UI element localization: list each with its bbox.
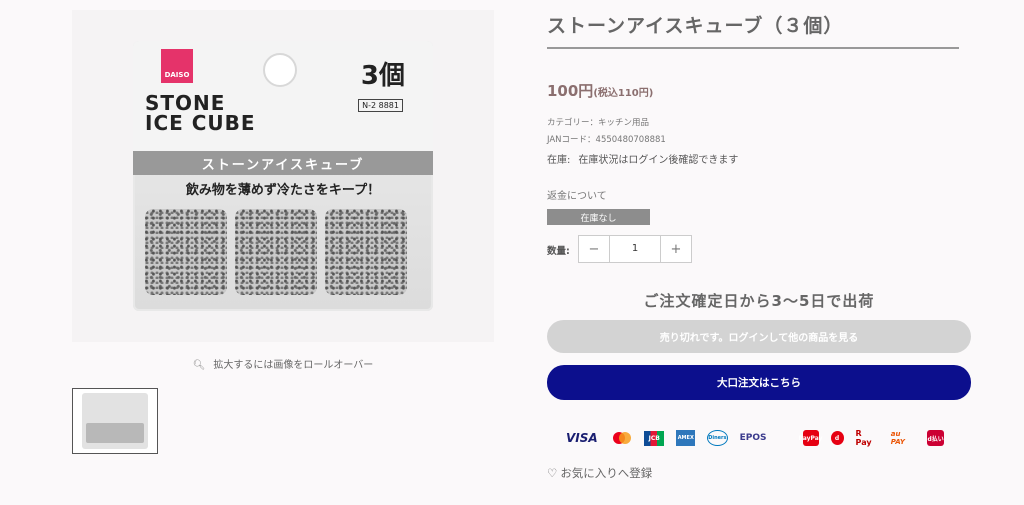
refund-link[interactable]: 返金について: [547, 187, 607, 202]
package-subtitle: 飲み物を薄めず冷たさをキープ！: [185, 183, 381, 198]
dbarai-icon: d払い: [927, 430, 944, 446]
package-title: STONE ICE CUBE: [145, 93, 256, 133]
zoom-hint: 🔍︎ 拡大するには画像をロールオーバー: [72, 356, 494, 371]
paypay-icon: PayPay: [799, 430, 823, 446]
jcb-icon: JCB: [644, 430, 665, 446]
rpay-icon: R Pay: [855, 429, 872, 447]
visa-icon: VISA: [566, 431, 598, 445]
package-hang-hole: [263, 53, 297, 87]
heart-icon: ♡: [547, 466, 558, 480]
stock-text: 在庫状況はログイン後確認できます: [578, 155, 739, 166]
bulk-order-button[interactable]: 大口注文はこちら: [547, 365, 971, 400]
stone-cube: [145, 209, 227, 295]
package-count: 3個: [360, 61, 405, 91]
price-tax: (税込110円): [593, 88, 654, 99]
aupay-icon: au PAY: [890, 430, 905, 446]
daiso-logo: DAISO: [161, 49, 193, 83]
epos-icon: EPOS: [739, 433, 767, 443]
add-to-favorites-link[interactable]: ♡ お気に入りへ登録: [547, 465, 652, 481]
package-code: N-2 8881: [358, 99, 403, 112]
package-title-line2: ICE CUBE: [145, 111, 256, 135]
zoom-hint-text: 拡大するには画像をロールオーバー: [213, 360, 374, 371]
mastercard-icon: [610, 430, 632, 446]
stock-label: 在庫:: [547, 155, 571, 166]
thumbnail-image: [82, 393, 148, 449]
stone-cube: [325, 209, 407, 295]
stone-cube: [235, 209, 317, 295]
product-package: DAISO STONE ICE CUBE 3個 N-2 8881 ストーンアイス…: [133, 41, 433, 311]
quantity-decrement-button[interactable]: −: [579, 236, 609, 262]
quantity-increment-button[interactable]: +: [661, 236, 691, 262]
favorite-label: お気に入りへ登録: [560, 466, 653, 480]
title-divider: [547, 47, 959, 49]
amex-icon: AMEX: [676, 430, 696, 446]
product-jan-code: JANコード：4550480708881: [547, 135, 666, 145]
product-price: 100円(税込110円): [547, 80, 653, 101]
quantity-label: 数量:: [547, 246, 570, 257]
product-category: カテゴリー：キッチン用品: [547, 118, 650, 128]
out-of-stock-badge: 在庫なし: [547, 209, 650, 225]
product-thumbnail[interactable]: [72, 388, 158, 454]
quantity-input[interactable]: 1: [609, 236, 661, 262]
quantity-stepper: − 1 +: [578, 235, 692, 263]
stock-status: 在庫: 在庫状況はログイン後確認できます: [547, 151, 746, 166]
dpay-icon: d: [830, 431, 844, 445]
sold-out-button[interactable]: 売り切れです。ログインして他の商品を見る: [547, 320, 971, 353]
product-main-image[interactable]: DAISO STONE ICE CUBE 3個 N-2 8881 ストーンアイス…: [72, 10, 494, 342]
diners-icon: Diners: [707, 430, 728, 446]
magnifier-icon: 🔍︎: [192, 360, 206, 371]
payment-methods: VISA JCB AMEX Diners EPOS PayPay d R Pay…: [566, 428, 956, 448]
product-title: ストーンアイスキューブ（３個）: [547, 15, 844, 37]
price-value: 100円: [547, 82, 594, 100]
package-title-line1: STONE: [145, 91, 226, 115]
package-band: ストーンアイスキューブ: [133, 151, 433, 175]
delivery-estimate: ご注文確定日から3〜5日で出荷: [643, 292, 875, 310]
